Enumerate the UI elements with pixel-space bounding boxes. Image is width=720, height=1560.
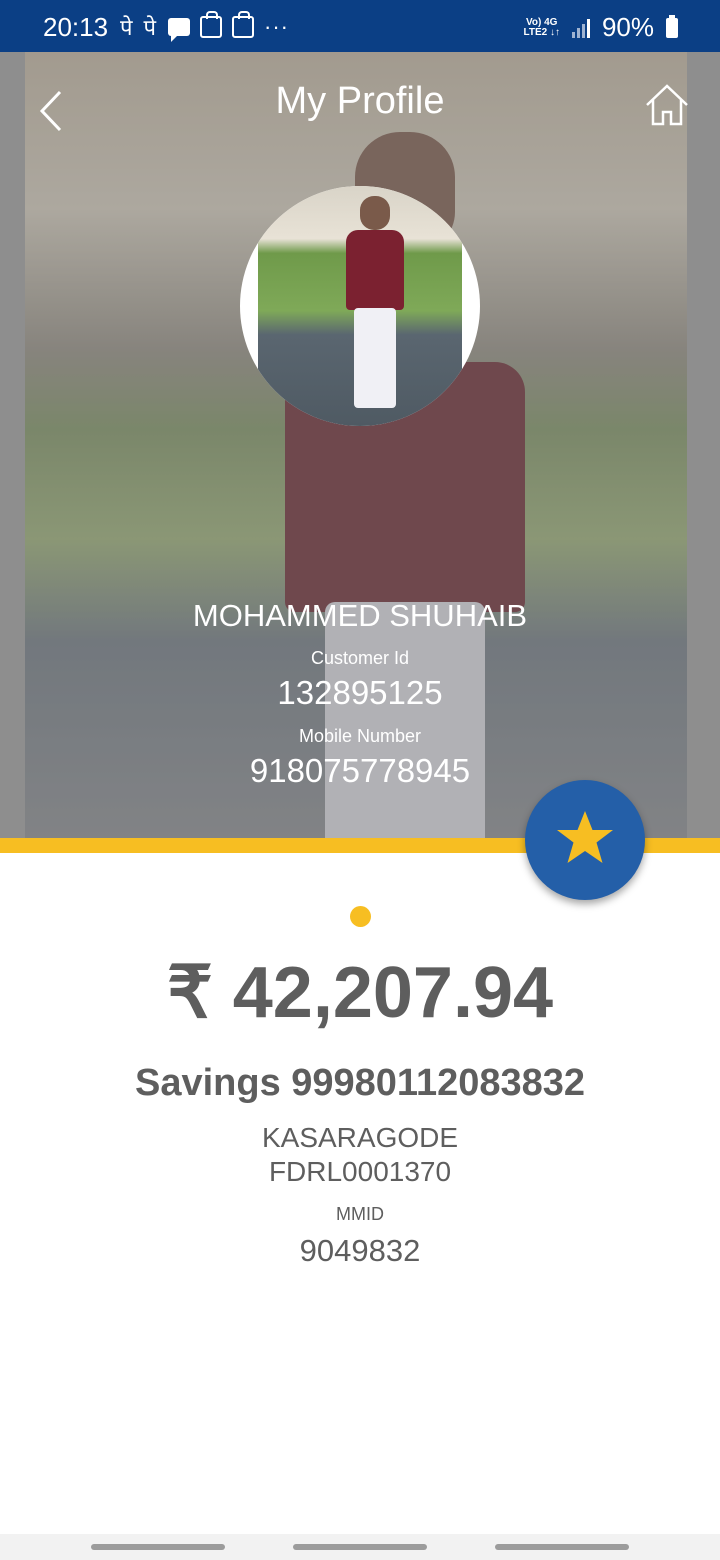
background-overlay bbox=[0, 52, 720, 838]
customer-name: MOHAMMED SHUHAIB bbox=[192, 598, 528, 633]
branch-name: KASARAGODE bbox=[261, 1122, 459, 1153]
nav-back-button[interactable] bbox=[495, 1544, 629, 1550]
signal-icon bbox=[571, 18, 590, 38]
status-bar: 20:13 पे पे ··· Vo) 4G LTE2 ↓↑ 90% bbox=[0, 0, 720, 52]
ifsc-code: FDRL0001370 bbox=[268, 1156, 452, 1187]
star-icon bbox=[557, 811, 613, 863]
status-time: 20:13 bbox=[43, 12, 109, 42]
status-system-icons: Vo) 4G LTE2 ↓↑ 90% bbox=[523, 12, 678, 43]
status-notification-icons: पे पे ··· bbox=[120, 11, 289, 42]
bag-icon bbox=[200, 11, 222, 38]
mmid-value: 9049832 bbox=[299, 1233, 421, 1268]
message-icon bbox=[168, 18, 190, 42]
account-balance: ₹ 42,207.94 bbox=[166, 953, 554, 1033]
home-button[interactable] bbox=[644, 82, 690, 128]
system-nav-bar bbox=[0, 1534, 720, 1560]
network-type: Vo) 4G LTE2 ↓↑ bbox=[523, 16, 560, 38]
account-title: Savings 99980112083832 bbox=[134, 1062, 586, 1104]
network-top: Vo) 4G bbox=[525, 16, 558, 28]
nav-recents-button[interactable] bbox=[91, 1544, 225, 1550]
network-bottom: LTE2 ↓↑ bbox=[523, 26, 560, 38]
battery-percent: 90% bbox=[601, 12, 654, 42]
customer-id-label: Customer Id bbox=[310, 648, 410, 668]
customer-id-value: 132895125 bbox=[277, 674, 443, 711]
favorite-button[interactable] bbox=[525, 780, 645, 900]
home-icon bbox=[646, 84, 688, 126]
more-notifications-icon: ··· bbox=[264, 14, 289, 39]
app-notification-glyphs: पे पे bbox=[120, 16, 158, 41]
nav-home-button[interactable] bbox=[293, 1544, 427, 1550]
mobile-number-label: Mobile Number bbox=[298, 726, 422, 746]
mmid-label: MMID bbox=[336, 1204, 384, 1224]
page-title: My Profile bbox=[275, 80, 445, 122]
mobile-number-value: 918075778945 bbox=[249, 752, 471, 789]
avatar-photo bbox=[258, 186, 462, 426]
bag-icon bbox=[232, 11, 254, 38]
battery-icon bbox=[666, 14, 678, 38]
account-page-indicator bbox=[350, 906, 371, 927]
profile-header: My Profile MOHAMMED SHUHAIB Customer Id … bbox=[0, 52, 720, 838]
avatar[interactable] bbox=[240, 186, 480, 426]
